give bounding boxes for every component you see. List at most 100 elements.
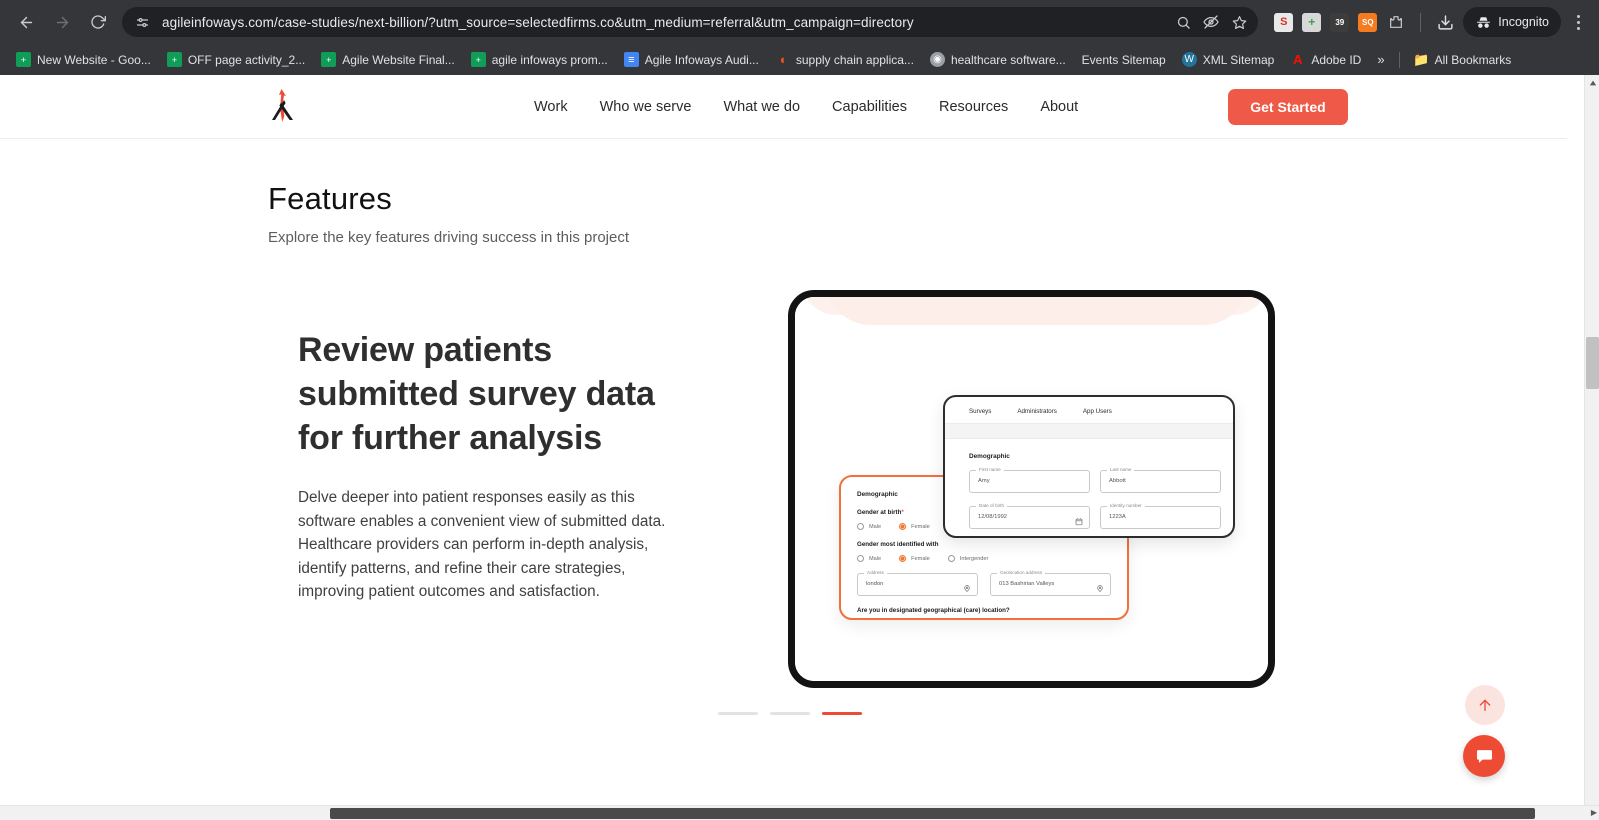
get-started-button[interactable]: Get Started [1228,88,1348,125]
vertical-scrollbar-thumb[interactable] [1586,337,1599,389]
incognito-label: Incognito [1498,15,1549,29]
nav-item-work[interactable]: Work [534,99,568,115]
tab-surveys[interactable]: Surveys [969,408,991,415]
chrome-menu-button[interactable] [1565,14,1591,30]
sheets-icon: + [321,52,337,67]
back-button[interactable] [11,7,41,37]
address-field[interactable]: Address london [857,570,978,596]
nav-item-what-we-do[interactable]: What we do [723,99,800,115]
bookmark-item[interactable]: + Agile Website Final... [313,49,463,70]
chat-widget-button[interactable] [1463,735,1505,777]
carousel-slide-1[interactable] [718,712,758,715]
geolocation-address-value: 013 Bashirian Valleys [999,581,1055,587]
radio-label: Female [911,523,930,530]
geolocation-address-label: Geolocation address [997,570,1046,575]
nav-item-who-we-serve[interactable]: Who we serve [600,99,692,115]
name-field-row: First name Amy Last name Abbott [945,460,1233,493]
tab-administrators[interactable]: Administrators [1017,408,1057,415]
calendar-icon[interactable] [1075,513,1083,526]
horizontal-scrollbar-thumb[interactable] [330,808,1535,819]
radio-dot-icon [899,555,907,562]
bookmark-item[interactable]: ≡ Agile Infoways Audi... [616,49,767,70]
clipboard-extension-icon[interactable]: + [1302,12,1322,32]
seo-extension-icon[interactable]: S [1274,12,1294,32]
vertical-scrollbar[interactable] [1584,75,1599,805]
address-label: Address [864,570,887,575]
bookmark-item[interactable]: ◉ healthcare software... [922,49,1074,70]
download-icon[interactable] [1436,13,1455,32]
identity-number-label: Identity number [1107,503,1145,508]
tracking-protection-icon[interactable] [1202,13,1220,31]
google-lens-icon[interactable] [1174,13,1192,31]
browser-toolbar: agileinfoways.com/case-studies/next-bill… [0,0,1599,44]
gender-identified-label: Gender most identified with [857,541,939,548]
address-bar[interactable]: agileinfoways.com/case-studies/next-bill… [122,7,1259,37]
horizontal-scrollbar[interactable]: ▶ [0,805,1599,820]
date-of-birth-label: Date of birth [976,503,1008,508]
scrollbar-arrow-right-icon[interactable]: ▶ [1591,808,1597,817]
carousel-slide-2[interactable] [770,712,810,715]
bookmark-item[interactable]: ◖ supply chain applica... [767,49,922,70]
location-pin-icon[interactable] [1096,580,1104,592]
browser-chrome: agileinfoways.com/case-studies/next-bill… [0,0,1599,75]
identity-number-field[interactable]: Identity number 1223A [1100,503,1221,529]
extensions-tray: S + 39 SQ [1266,12,1459,32]
date-of-birth-field[interactable]: Date of birth 12/08/1992 [969,503,1090,529]
tablet-mockup: Surveys Administrators App Users Demogra… [788,290,1275,688]
bookmark-item[interactable]: + agile infoways prom... [463,49,616,70]
last-name-field[interactable]: Last name Abbott [1100,467,1221,493]
geolocation-address-field[interactable]: Geolocation address 013 Bashirian Valley… [990,570,1111,596]
location-pin-icon[interactable] [963,580,971,592]
feature-body: Delve deeper into patient responses easi… [298,489,666,600]
scrollbar-arrow-up-icon[interactable] [1585,75,1599,90]
tab-app-users[interactable]: App Users [1083,408,1112,415]
page-content: Work Who we serve What we do Capabilitie… [0,75,1567,805]
radio-female-identified[interactable]: Female [899,555,930,562]
bookmarks-overflow-button[interactable]: » [1369,50,1392,69]
sheets-icon: + [16,52,31,67]
nav-item-resources[interactable]: Resources [939,99,1008,115]
carousel-progress [718,712,1567,715]
bookmark-label: Events Sitemap [1081,52,1166,67]
bookmark-item[interactable]: + New Website - Goo... [8,49,159,70]
radio-male-birth[interactable]: Male [857,523,881,530]
globe-icon: ◉ [929,52,945,67]
bookmark-item[interactable]: W XML Sitemap [1174,49,1283,70]
bookmark-label: XML Sitemap [1202,52,1275,67]
counter-extension-icon[interactable]: 39 [1330,12,1350,32]
nav-item-about[interactable]: About [1040,99,1078,115]
first-name-field[interactable]: First name Amy [969,467,1090,493]
bookmark-item[interactable]: Events Sitemap [1074,50,1174,70]
last-name-value: Abbott [1109,478,1126,484]
bookmark-item[interactable]: + OFF page activity_2... [159,49,313,70]
bookmark-label: OFF page activity_2... [187,52,306,67]
radio-label: Male [869,555,882,562]
scroll-to-top-button[interactable] [1465,685,1505,725]
incognito-indicator[interactable]: Incognito [1463,7,1561,37]
semrush-icon: ◖ [778,52,787,67]
site-info-icon[interactable] [132,12,152,32]
forward-button[interactable] [47,7,77,37]
radio-intergender-identified[interactable]: Intergender [947,555,988,562]
feature-slide: Review patients submitted survey data fo… [0,290,1567,688]
extensions-puzzle-icon[interactable] [1386,13,1405,32]
feature-text-column: Review patients submitted survey data fo… [298,290,690,688]
card-toolbar-strip [945,423,1233,439]
bookmarks-bar: + New Website - Goo... + OFF page activi… [0,44,1599,75]
reload-button[interactable] [83,7,113,37]
date-of-birth-value: 12/08/1992 [978,514,1008,520]
radio-male-identified[interactable]: Male [857,555,881,562]
radio-female-birth[interactable]: Female [899,523,930,530]
bookmark-star-icon[interactable] [1230,13,1248,31]
agile-infoways-logo[interactable] [268,85,302,129]
bookmarks-divider [1398,51,1400,68]
page-subtitle: Explore the key features driving success… [268,229,630,246]
kebab-dot [1576,26,1580,30]
url-text[interactable]: agileinfoways.com/case-studies/next-bill… [162,15,1166,30]
all-bookmarks-button[interactable]: 📁 All Bookmarks [1406,49,1520,70]
bookmark-item[interactable]: A Adobe ID [1282,49,1369,70]
dob-field-row: Date of birth 12/08/1992 Identity number… [945,493,1233,529]
carousel-slide-3[interactable] [822,712,862,715]
seoquake-extension-icon[interactable]: SQ [1358,12,1378,32]
nav-item-capabilities[interactable]: Capabilities [832,99,907,115]
